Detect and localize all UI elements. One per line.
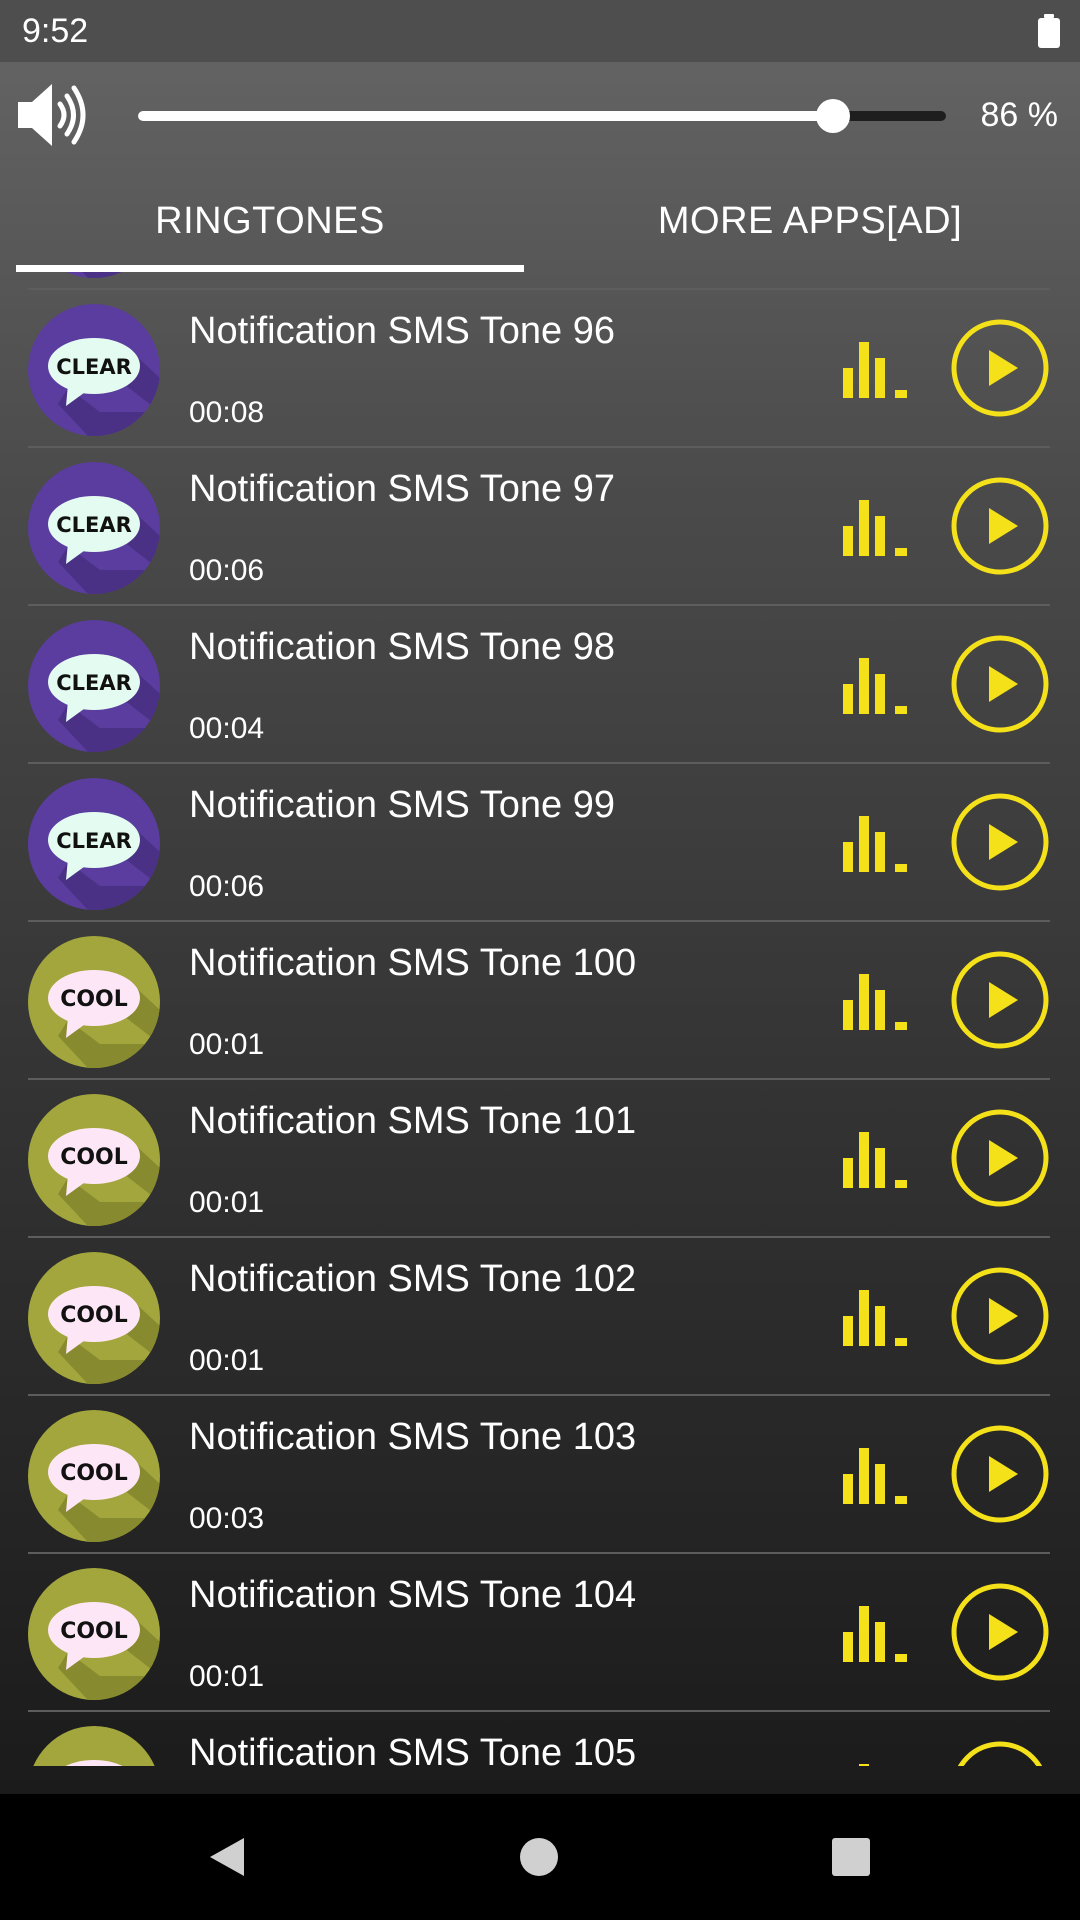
- volume-row: 86 %: [0, 62, 1080, 170]
- ringtone-duration: 00:03: [189, 1502, 265, 1535]
- play-icon: [989, 982, 1018, 1018]
- ringtone-title: Notification SMS Tone 96: [189, 310, 615, 352]
- badge-text: CLEAR: [56, 829, 132, 853]
- ringtone-title: Notification SMS Tone 103: [189, 1416, 637, 1458]
- ringtone-title: Notification SMS Tone 105: [189, 1732, 637, 1766]
- ringtone-row[interactable]: COOL Notification SMS Tone 104 00:01: [28, 1552, 1050, 1710]
- tab-ringtones[interactable]: RINGTONES: [0, 170, 540, 272]
- ringtone-row[interactable]: COOL Notification SMS Tone 100 00:01: [28, 920, 1050, 1078]
- play-button[interactable]: [950, 1740, 1050, 1766]
- ringtone-title: Notification SMS Tone 104: [189, 1574, 637, 1616]
- ringtone-row[interactable]: CLEAR Notification SMS Tone 98 00:04: [28, 604, 1050, 762]
- badge-text: COOL: [60, 1461, 128, 1486]
- ringtone-row[interactable]: COOL Notification SMS Tone 103 00:03: [28, 1394, 1050, 1552]
- volume-slider-thumb[interactable]: [815, 99, 850, 133]
- status-time: 9:52: [22, 11, 89, 50]
- play-button[interactable]: [950, 476, 1050, 576]
- cool-badge-icon: COOL: [28, 1410, 160, 1542]
- equalizer-icon[interactable]: [843, 974, 909, 1030]
- play-button[interactable]: [950, 1582, 1050, 1682]
- ringtone-duration: 00:01: [189, 1028, 265, 1061]
- ringtone-app: 9:52 86 % RINGTONES MORE APPS[AD] CLEAR: [0, 0, 1080, 1920]
- play-icon: [989, 1140, 1018, 1176]
- volume-value: 86 %: [980, 96, 1059, 134]
- play-icon: [989, 1614, 1018, 1650]
- ringtone-row[interactable]: CLEAR Notification SMS Tone 96 00:08: [28, 288, 1050, 446]
- ringtone-row[interactable]: COOL Notification SMS Tone 105: [28, 1710, 1050, 1766]
- equalizer-icon[interactable]: [843, 1448, 909, 1504]
- play-icon: [989, 1298, 1018, 1334]
- cool-badge-icon: COOL: [28, 1094, 160, 1226]
- play-icon: [989, 508, 1018, 544]
- cool-badge-icon: COOL: [28, 1568, 160, 1700]
- clear-badge-icon: CLEAR: [28, 778, 160, 910]
- ringtone-row[interactable]: CLEAR 00:05: [28, 272, 1050, 288]
- badge-text: COOL: [60, 987, 128, 1012]
- play-button[interactable]: [950, 950, 1050, 1050]
- play-icon: [989, 350, 1018, 386]
- play-icon: [989, 666, 1018, 702]
- equalizer-icon[interactable]: [843, 1606, 909, 1662]
- equalizer-icon[interactable]: [843, 342, 909, 398]
- clear-badge-icon: CLEAR: [28, 462, 160, 594]
- ringtone-title: Notification SMS Tone 101: [189, 1100, 637, 1142]
- play-button[interactable]: [950, 1108, 1050, 1208]
- clear-badge-icon: CLEAR: [58, 272, 160, 278]
- cool-badge-icon: COOL: [28, 936, 160, 1068]
- ringtone-duration: 00:04: [189, 712, 265, 745]
- ringtone-duration: 00:06: [189, 554, 265, 587]
- tab-more-apps[interactable]: MORE APPS[AD]: [540, 170, 1080, 272]
- battery-full-icon: [1038, 14, 1060, 48]
- ringtone-row[interactable]: COOL Notification SMS Tone 102 00:01: [28, 1236, 1050, 1394]
- cool-badge-icon: COOL: [28, 1252, 160, 1384]
- equalizer-icon[interactable]: [843, 816, 909, 872]
- play-button[interactable]: [950, 634, 1050, 734]
- ringtone-duration: 00:08: [189, 396, 265, 429]
- clear-badge-icon: CLEAR: [28, 304, 160, 436]
- tab-bar: RINGTONES MORE APPS[AD]: [0, 170, 1080, 272]
- play-button[interactable]: [950, 792, 1050, 892]
- play-button[interactable]: [950, 1424, 1050, 1524]
- equalizer-icon[interactable]: [843, 1290, 909, 1346]
- ringtone-row[interactable]: CLEAR Notification SMS Tone 99 00:06: [28, 762, 1050, 920]
- ringtone-title: Notification SMS Tone 100: [189, 942, 637, 984]
- badge-text: COOL: [60, 1145, 128, 1170]
- speaker-icon[interactable]: [14, 78, 96, 152]
- clear-badge-icon: CLEAR: [28, 620, 160, 752]
- badge-text: CLEAR: [56, 355, 132, 379]
- badge-text: COOL: [60, 1619, 128, 1644]
- ringtone-title: Notification SMS Tone 102: [189, 1258, 637, 1300]
- status-bar: 9:52: [0, 0, 1080, 62]
- badge-text: CLEAR: [56, 513, 132, 537]
- ringtone-duration: 00:06: [189, 870, 265, 903]
- badge-text: COOL: [60, 1303, 128, 1328]
- back-icon[interactable]: [204, 1834, 250, 1880]
- ringtone-title: Notification SMS Tone 99: [189, 784, 615, 826]
- ringtone-row[interactable]: CLEAR Notification SMS Tone 97 00:06: [28, 446, 1050, 604]
- ringtone-duration: 00:01: [189, 1186, 265, 1219]
- ringtone-title: Notification SMS Tone 97: [189, 468, 615, 510]
- badge-text: CLEAR: [56, 671, 132, 695]
- volume-slider[interactable]: [138, 99, 946, 133]
- ringtone-row[interactable]: COOL Notification SMS Tone 101 00:01: [28, 1078, 1050, 1236]
- play-icon: [989, 824, 1018, 860]
- ringtone-duration: 00:01: [189, 1660, 265, 1693]
- play-button[interactable]: [950, 318, 1050, 418]
- ringtone-duration: 00:01: [189, 1344, 265, 1377]
- recents-icon[interactable]: [828, 1834, 874, 1880]
- cool-badge-icon: COOL: [33, 1726, 155, 1766]
- equalizer-icon[interactable]: [843, 500, 909, 556]
- equalizer-icon[interactable]: [843, 658, 909, 714]
- volume-slider-fill: [138, 111, 833, 121]
- play-icon: [989, 1456, 1018, 1492]
- navigation-bar: [0, 1794, 1080, 1920]
- ringtone-title: Notification SMS Tone 98: [189, 626, 615, 668]
- equalizer-icon[interactable]: [843, 1132, 909, 1188]
- ringtone-list[interactable]: CLEAR 00:05 CLEAR Notification SMS Tone …: [0, 272, 1080, 1766]
- home-icon[interactable]: [516, 1834, 562, 1880]
- play-button[interactable]: [950, 1266, 1050, 1366]
- equalizer-icon[interactable]: [843, 1764, 909, 1766]
